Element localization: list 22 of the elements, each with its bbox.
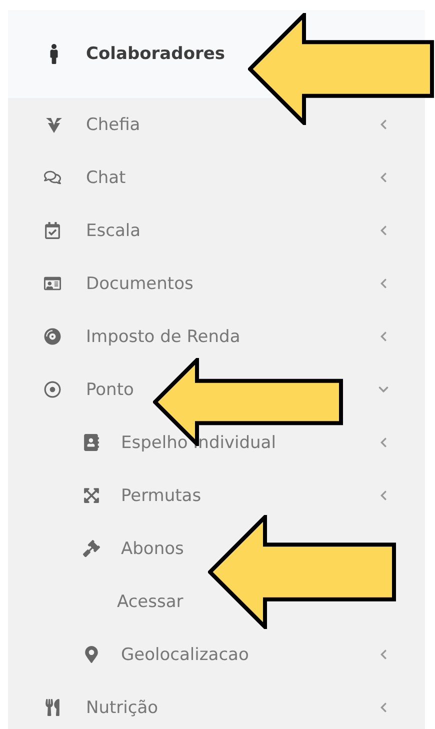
contact-book-icon [83,434,100,451]
utensils-icon [44,699,61,716]
menu-item[interactable]: Chefia [8,98,425,151]
chat-icon [44,169,61,186]
header-label: Colaboradores [86,44,226,64]
menu-item[interactable]: Escala [8,204,425,257]
menu-item[interactable]: Espelho Individual [8,416,425,469]
menu-item[interactable]: Chat [8,151,425,204]
menu-item[interactable]: Documentos [8,257,425,310]
id-card-icon [44,275,61,292]
target-icon [44,381,61,398]
menu-item[interactable]: Geolocalizacao [8,628,425,681]
menu-item[interactable]: Nutrição [8,681,425,729]
expand-arrows-icon [83,487,100,504]
menu-item[interactable]: Abonos [8,522,425,575]
map-pin-icon [83,646,100,663]
calendar-icon [44,222,61,239]
menu-item[interactable]: Ponto [8,363,425,416]
gavel-icon [83,540,100,557]
menu-item[interactable]: Acessar [8,575,425,628]
menu-item[interactable]: Permutas [8,469,425,522]
menu-item[interactable]: Imposto de Renda [8,310,425,363]
